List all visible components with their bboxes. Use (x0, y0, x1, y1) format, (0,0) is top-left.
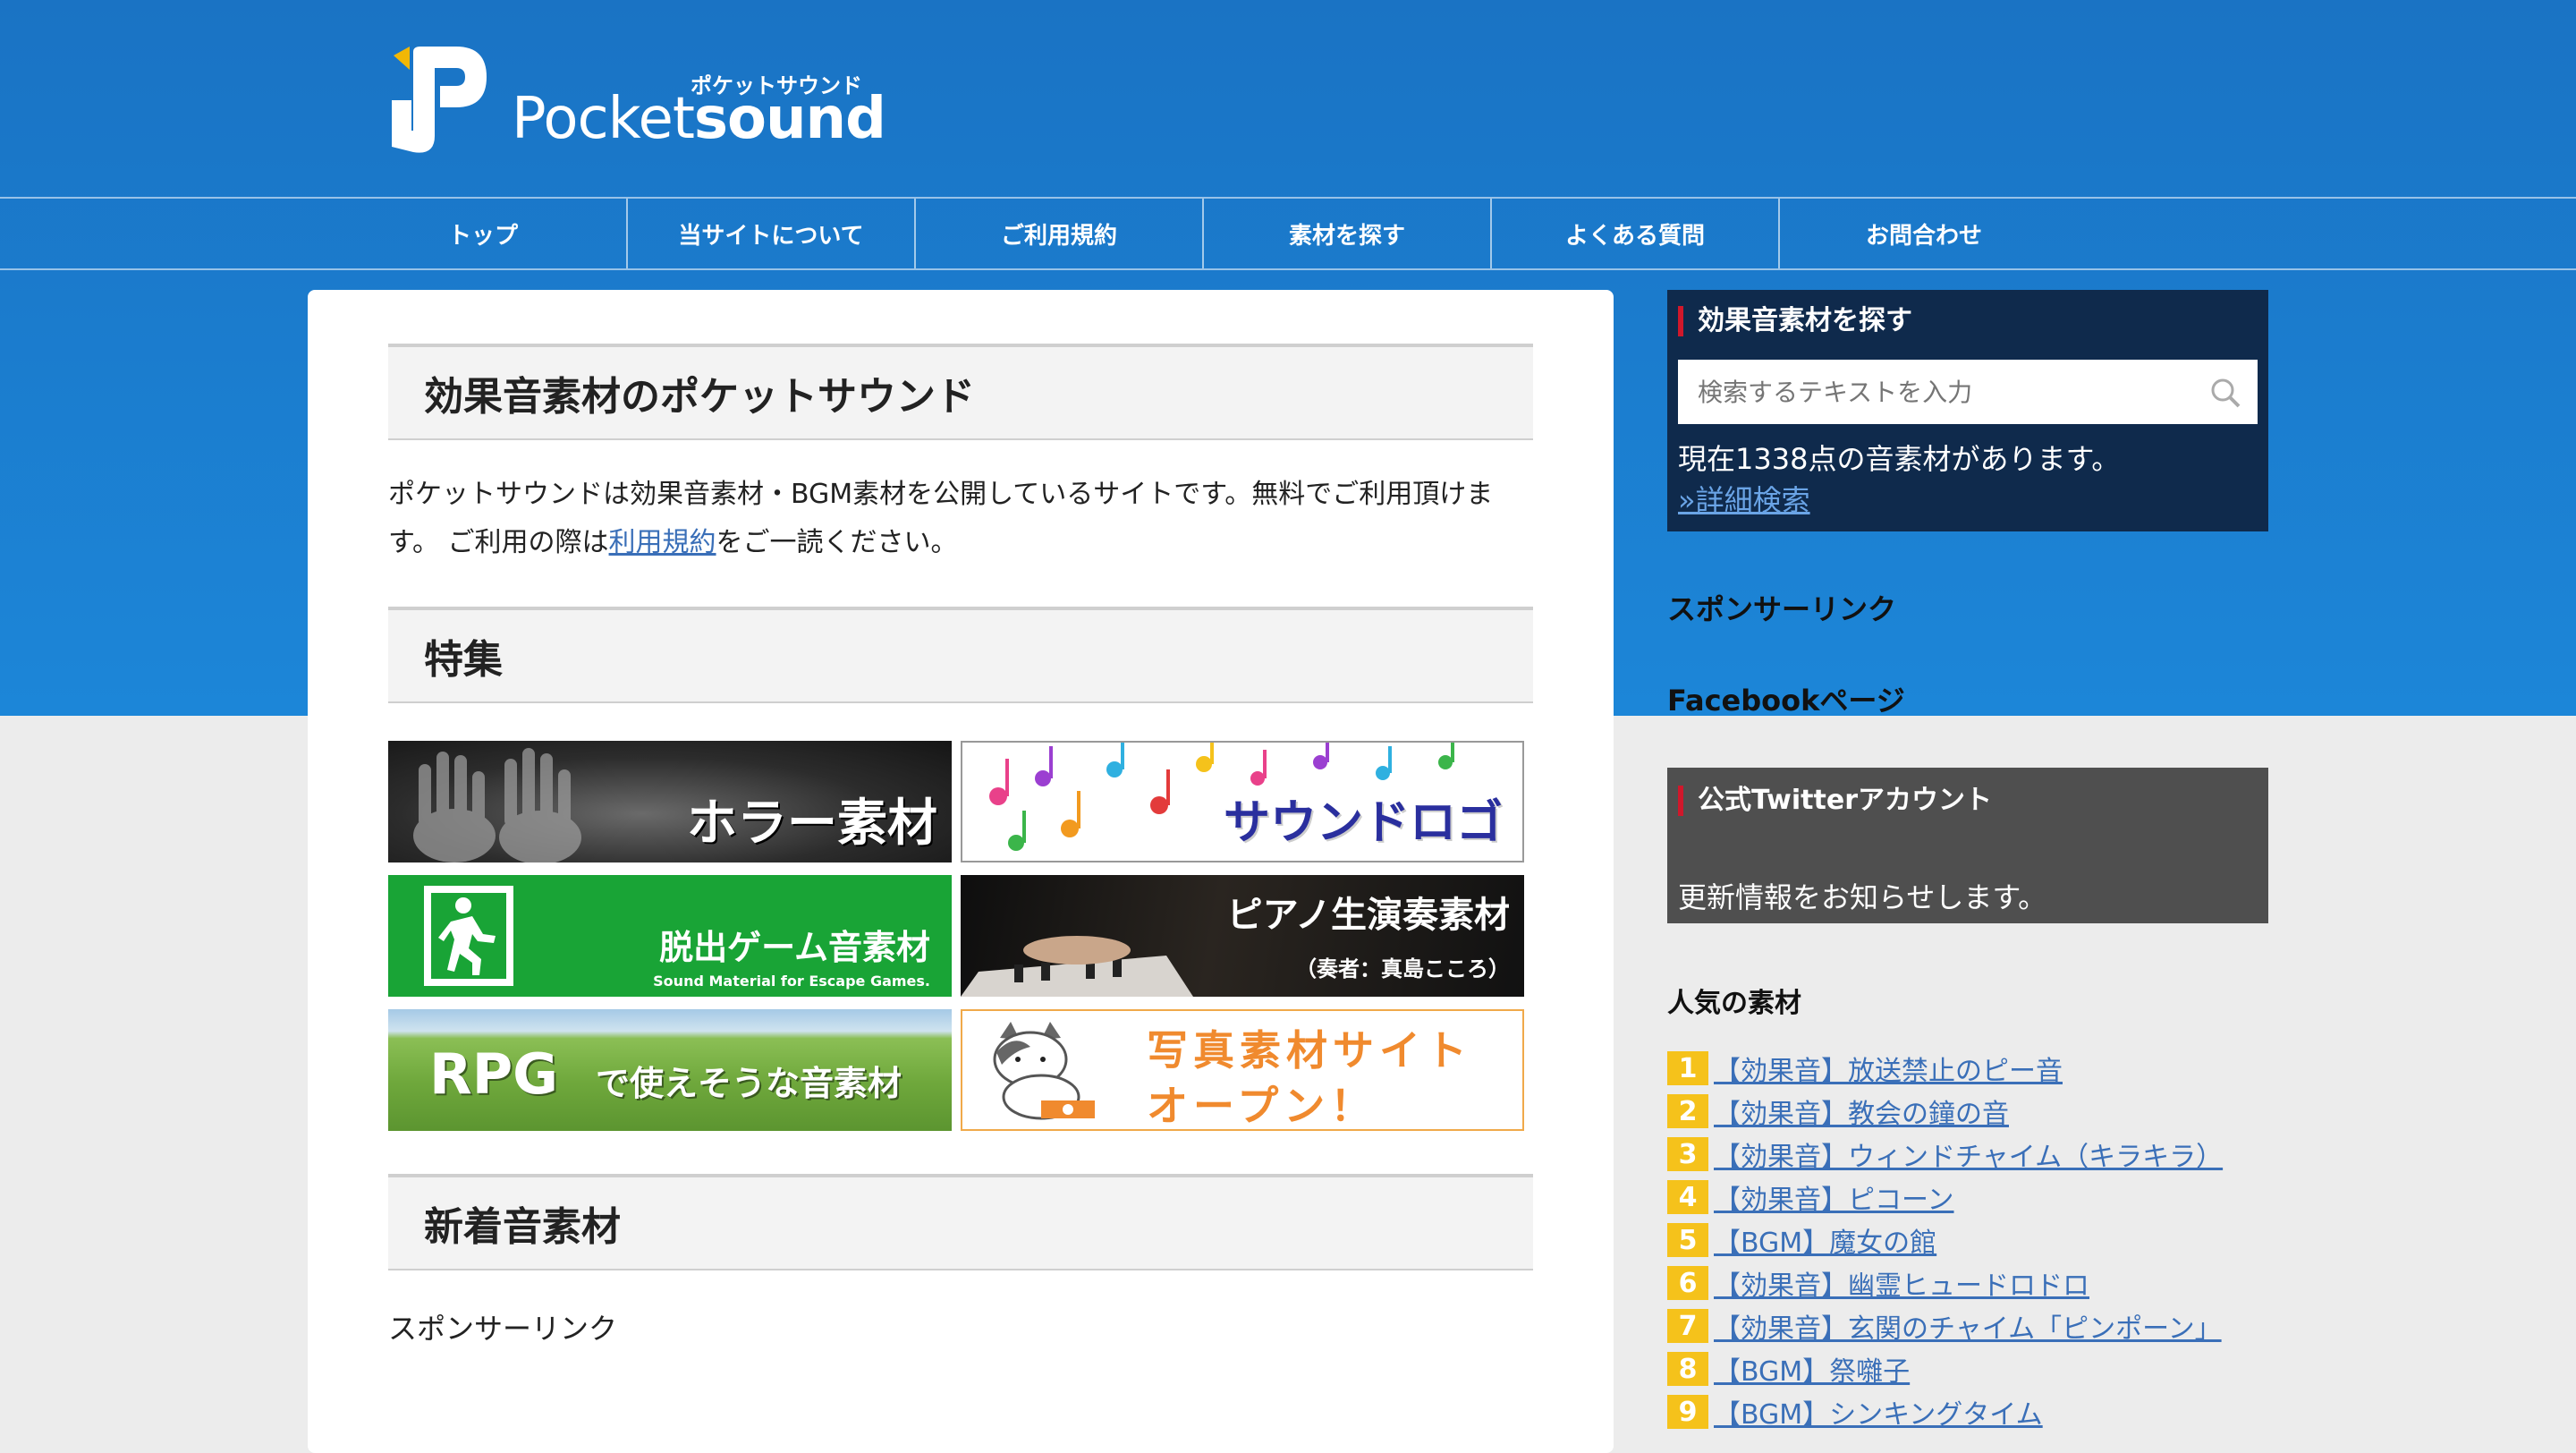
popular-title: 人気の素材 (1667, 988, 1801, 1019)
feature-heading: 特集 (388, 607, 1533, 703)
facebook-page-label: Facebookページ (1667, 684, 1905, 718)
banner-rpg-label-b: で使えそうな音素材 (596, 1064, 902, 1103)
twitter-widget-text: 更新情報をお知らせします。 (1678, 880, 2047, 914)
nav-item-contact[interactable]: お問合わせ (1780, 199, 2068, 268)
piano-keys-icon (961, 936, 1193, 997)
list-item[interactable]: 7 【効果音】玄関のチャイム「ピンポーン」 (1667, 1306, 2222, 1346)
nav-item-search[interactable]: 素材を探す (1204, 199, 1492, 268)
search-input[interactable] (1678, 360, 2258, 424)
intro-text: ポケットサウンドは効果音素材・BGM素材を公開しているサイトです。無料でご利用頂… (388, 471, 1533, 567)
banner-escape-game[interactable]: 脱出ゲーム音素材 Sound Material for Escape Games… (388, 875, 952, 997)
search-widget-title: 効果音素材を探す (1678, 306, 1912, 336)
rank-badge: 3 (1667, 1137, 1708, 1171)
intro-text-part2: をご一読ください。 (716, 527, 958, 558)
emergency-exit-icon (424, 886, 513, 986)
cat-mascot-icon (993, 1022, 1095, 1120)
banner-horror[interactable]: ホラー素材 (388, 741, 952, 862)
popular-item-link[interactable]: 【BGM】魔女の館 (1714, 1220, 1936, 1260)
list-item[interactable]: 5 【BGM】魔女の館 (1667, 1220, 1936, 1260)
popular-item-link[interactable]: 【効果音】教会の鐘の音 (1714, 1092, 2009, 1131)
horror-hands-icon (413, 748, 581, 862)
logo-word-pocket: Pocket (512, 86, 695, 152)
page-title: 効果音素材のポケットサウンド (388, 344, 1533, 440)
nav-item-terms[interactable]: ご利用規約 (916, 199, 1204, 268)
banner-rpg-label-a: RPG (429, 1041, 559, 1107)
popular-item-link[interactable]: 【効果音】幽霊ヒュードロドロ (1714, 1263, 2089, 1303)
popular-item-link[interactable]: 【BGM】シンキングタイム (1714, 1392, 2043, 1432)
list-item[interactable]: 1 【効果音】放送禁止のピー音 (1667, 1049, 2063, 1088)
nav-item-about[interactable]: 当サイトについて (628, 199, 916, 268)
nav-item-top[interactable]: トップ (340, 199, 628, 268)
banner-escape-game-label: 脱出ゲーム音素材 (659, 928, 930, 967)
popular-item-link[interactable]: 【効果音】ウィンドチャイム（キラキラ） (1714, 1134, 2223, 1174)
site-logo[interactable]: ポケットサウンド Pocketsound (386, 43, 887, 159)
list-item[interactable]: 2 【効果音】教会の鐘の音 (1667, 1092, 2009, 1131)
terms-link[interactable]: 利用規約 (609, 527, 716, 558)
search-icon[interactable] (2209, 377, 2241, 409)
material-count-text: 現在1338点の音素材があります。 (1678, 442, 2121, 476)
banner-photo-site-label-b: オープン！ (1147, 1082, 1377, 1130)
logo-word-sound: sound (693, 86, 886, 152)
banner-sound-logo[interactable]: サウンドロゴ (961, 741, 1524, 862)
banner-sound-logo-label: サウンドロゴ (1223, 796, 1503, 850)
sponsor-link-label: スポンサーリンク (388, 1312, 618, 1346)
twitter-widget: 公式Twitterアカウント 更新情報をお知らせします。 (1667, 768, 2268, 923)
rank-badge: 5 (1667, 1223, 1708, 1257)
search-widget: 効果音素材を探す 現在1338点の音素材があります。 »詳細検索 (1667, 290, 2268, 531)
popular-item-link[interactable]: 【効果音】放送禁止のピー音 (1714, 1049, 2063, 1088)
rank-badge: 1 (1667, 1051, 1708, 1085)
list-item[interactable]: 8 【BGM】祭囃子 (1667, 1349, 1910, 1389)
rank-badge: 4 (1667, 1180, 1708, 1214)
nav-item-faq[interactable]: よくある質問 (1492, 199, 1780, 268)
rank-badge: 6 (1667, 1266, 1708, 1300)
rank-badge: 7 (1667, 1309, 1708, 1343)
logo-wordmark: Pocketsound (512, 86, 886, 152)
new-sounds-heading: 新着音素材 (388, 1174, 1533, 1270)
rank-badge: 9 (1667, 1395, 1708, 1429)
list-item[interactable]: 9 【BGM】シンキングタイム (1667, 1392, 2043, 1432)
banner-photo-site-label-a: 写真素材サイト (1147, 1026, 1472, 1075)
banner-piano-label: ピアノ生演奏素材 (1226, 895, 1510, 936)
list-item[interactable]: 4 【効果音】ピコーン (1667, 1177, 1954, 1217)
sidebar-sponsor-label: スポンサーリンク (1667, 592, 1897, 626)
list-item[interactable]: 6 【効果音】幽霊ヒュードロドロ (1667, 1263, 2089, 1303)
logo-mark-icon (392, 47, 487, 153)
banner-piano-sub: （奏者：真島こころ） (1295, 956, 1510, 981)
main-content: 効果音素材のポケットサウンド ポケットサウンドは効果音素材・BGM素材を公開して… (308, 290, 1614, 1453)
global-nav: トップ 当サイトについて ご利用規約 素材を探す よくある質問 お問合わせ (0, 197, 2576, 270)
popular-item-link[interactable]: 【BGM】祭囃子 (1714, 1349, 1910, 1389)
rank-badge: 2 (1667, 1094, 1708, 1128)
popular-item-link[interactable]: 【効果音】ピコーン (1714, 1177, 1954, 1217)
banner-horror-label: ホラー素材 (687, 794, 937, 853)
rank-badge: 8 (1667, 1352, 1708, 1386)
advanced-search-link[interactable]: »詳細検索 (1678, 478, 1810, 519)
banner-photo-site[interactable]: 写真素材サイト オープン！ (961, 1009, 1524, 1131)
banner-rpg[interactable]: RPG で使えそうな音素材 (388, 1009, 952, 1131)
banner-piano[interactable]: ピアノ生演奏素材 （奏者：真島こころ） (961, 875, 1524, 997)
site-header: ポケットサウンド Pocketsound (0, 0, 2576, 197)
twitter-widget-title: 公式Twitterアカウント (1678, 786, 1992, 816)
banner-escape-game-sub: Sound Material for Escape Games. (653, 973, 930, 990)
list-item[interactable]: 3 【効果音】ウィンドチャイム（キラキラ） (1667, 1134, 2223, 1174)
popular-item-link[interactable]: 【効果音】玄関のチャイム「ピンポーン」 (1714, 1306, 2222, 1346)
